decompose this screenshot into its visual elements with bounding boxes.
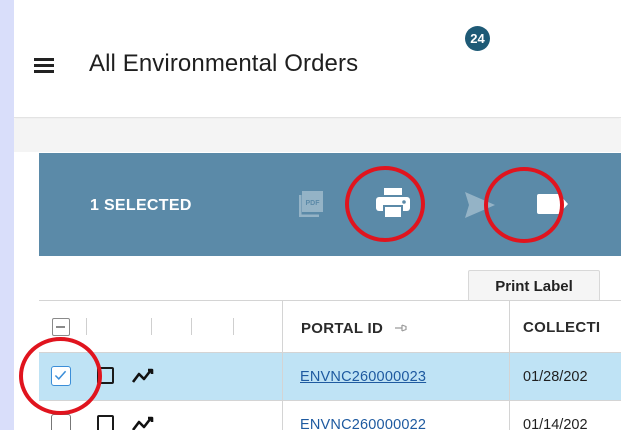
column-separator [509, 401, 510, 430]
selected-count-label: 1 SELECTED [90, 197, 192, 214]
square-icon[interactable] [97, 415, 114, 430]
portal-id-header-label: PORTAL ID [301, 320, 384, 337]
checkmark-icon [54, 370, 67, 381]
table-row[interactable]: ENVNC260000023 01/28/202 [39, 353, 621, 401]
column-separator [282, 401, 283, 430]
table-row[interactable]: ENVNC260000022 01/14/202 [39, 401, 621, 430]
pin-icon[interactable] [394, 321, 408, 335]
column-separator [282, 301, 283, 352]
column-divider [233, 318, 234, 335]
print-label-tooltip: Print Label [468, 270, 600, 302]
trend-chart-icon[interactable] [131, 367, 157, 387]
app-frame: All Environmental Orders 24 1 SELECTED P… [14, 0, 621, 430]
collection-date-cell: 01/28/202 [523, 369, 588, 385]
row-checkbox[interactable] [51, 366, 71, 386]
hamburger-menu-icon[interactable] [34, 58, 54, 73]
selection-toolbar: 1 SELECTED PDF [39, 153, 621, 256]
send-icon [465, 192, 495, 218]
page-header: All Environmental Orders 24 [14, 0, 621, 118]
portal-id-link[interactable]: ENVNC260000022 [300, 417, 426, 430]
collection-date-cell: 01/14/202 [523, 417, 588, 430]
page-title: All Environmental Orders [89, 50, 359, 77]
column-divider [191, 318, 192, 335]
column-separator [509, 353, 510, 400]
column-header-portal-id[interactable]: PORTAL ID [301, 319, 407, 337]
column-separator [509, 301, 510, 352]
column-header-collection[interactable]: COLLECTI [523, 319, 600, 336]
column-divider [151, 318, 152, 335]
trend-chart-icon[interactable] [131, 415, 157, 430]
row-checkbox[interactable] [51, 414, 71, 430]
printer-icon[interactable] [375, 187, 411, 219]
pdf-icon: PDF [299, 191, 323, 217]
square-icon[interactable] [97, 367, 114, 384]
svg-text:PDF: PDF [306, 200, 321, 207]
column-separator [282, 353, 283, 400]
orders-table: PORTAL ID COLLECTI ENVNC260000023 01/28/… [39, 300, 621, 430]
table-header-row: PORTAL ID COLLECTI [39, 301, 621, 353]
header-spacer [14, 119, 621, 152]
column-divider [86, 318, 87, 335]
label-icon[interactable] [536, 192, 570, 216]
select-all-checkbox[interactable] [52, 318, 70, 336]
order-count-badge: 24 [465, 26, 490, 51]
portal-id-link[interactable]: ENVNC260000023 [300, 369, 426, 385]
